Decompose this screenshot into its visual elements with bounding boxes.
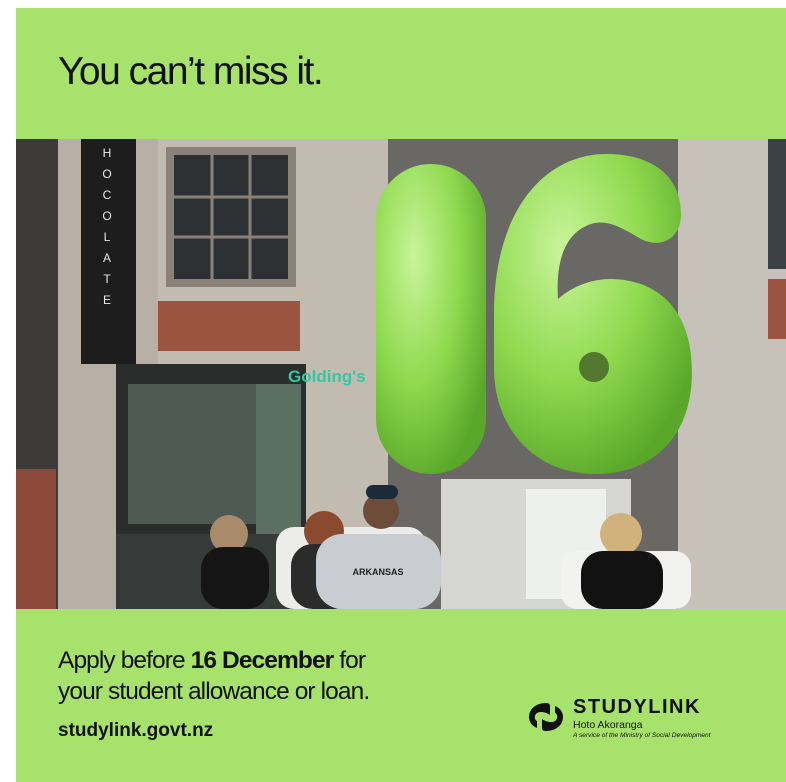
- copy-line-1-after: for: [333, 647, 366, 674]
- copy-line-1: Apply before 16 December for: [58, 645, 369, 676]
- copy-date: 16 December: [190, 647, 335, 674]
- body-copy: Apply before 16 December for your studen…: [58, 645, 370, 707]
- website-url[interactable]: studylink.govt.nz: [58, 720, 213, 742]
- tshirt-text: ARKANSAS: [352, 567, 403, 577]
- copy-line-1-before: Apply before: [58, 647, 191, 674]
- window: [174, 155, 288, 279]
- logo-subtitle: Hoto Akoranga: [573, 719, 643, 731]
- goldings-sign: Golding's: [288, 367, 366, 386]
- logo-tagline: A service of the Ministry of Social Deve…: [573, 732, 711, 739]
- balloon-16: [376, 154, 692, 474]
- studylink-logo: STUDYLINK Hoto Akoranga A service of the…: [526, 696, 766, 746]
- street-scene: HOCOLATE Golding's ARKANSAS: [16, 139, 786, 609]
- headline: You can’t miss it.: [58, 50, 324, 93]
- logo-brand: STUDYLINK: [573, 696, 701, 718]
- copy-line-2: your student allowance or loan.: [58, 678, 370, 705]
- ad-card: You can’t miss it. H O C O L A T E Goldi…: [16, 8, 786, 782]
- studylink-mark-icon: [529, 703, 563, 731]
- balloon-digit-6: [494, 154, 692, 474]
- hero-photo: HOCOLATE Golding's ARKANSAS: [16, 139, 786, 609]
- balloon-digit-1: [376, 164, 486, 474]
